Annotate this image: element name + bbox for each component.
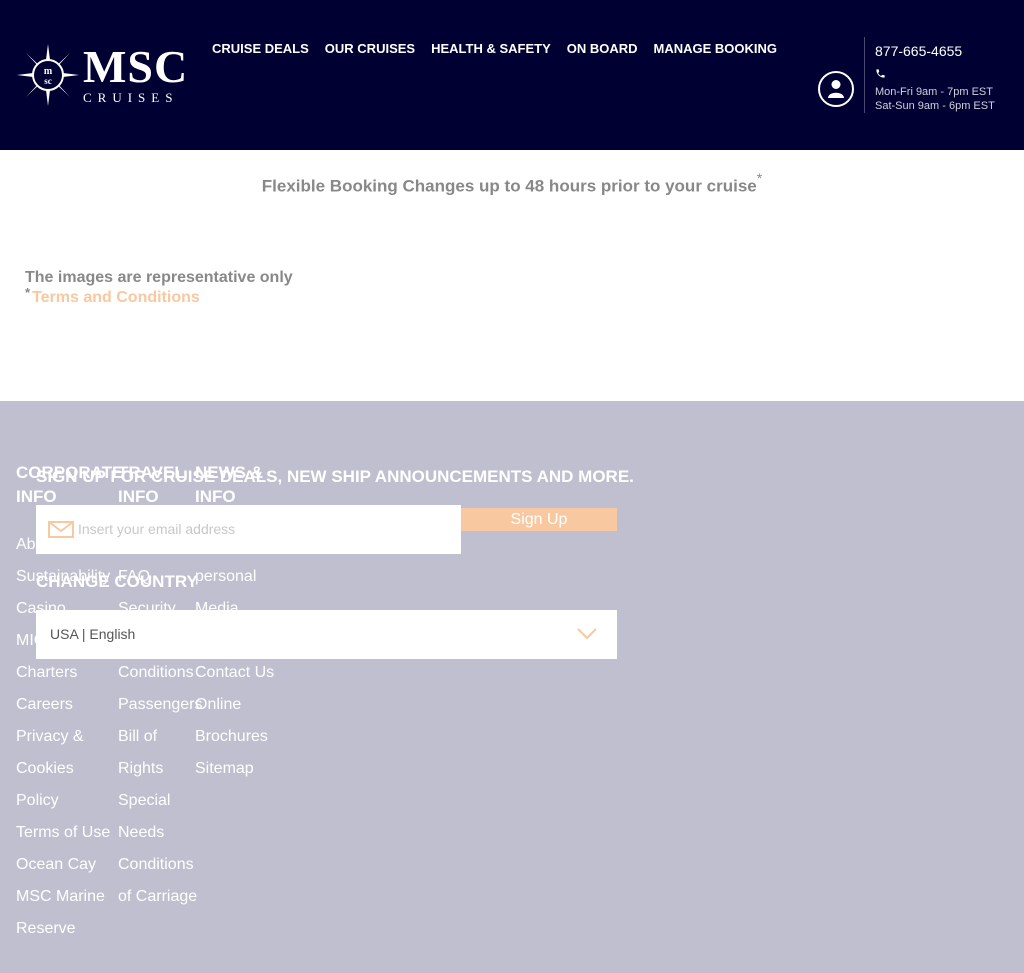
nav-our-cruises[interactable]: OUR CRUISES <box>325 41 415 56</box>
logo-wordmark: MSC CRUISES <box>83 40 189 106</box>
terms-and-conditions-link[interactable]: Terms and Conditions <box>32 289 200 306</box>
footer-link[interactable]: Passengers Bill of Rights <box>118 689 203 785</box>
footer-link[interactable]: Special Needs <box>118 785 198 849</box>
terms-asterisk: * <box>25 285 31 300</box>
change-country-title: CHANGE COUNTRY <box>36 572 198 591</box>
footer-link[interactable]: Online Brochures <box>195 689 275 753</box>
images-disclaimer: The images are representative only <box>25 269 293 286</box>
header-divider <box>864 37 865 113</box>
nav-health-safety[interactable]: HEALTH & SAFETY <box>431 41 551 56</box>
account-button[interactable] <box>818 71 854 107</box>
country-selected-value: USA | English <box>50 626 136 642</box>
msc-logo[interactable]: m sc MSC CRUISES <box>17 42 197 108</box>
promo-banner: Flexible Booking Changes up to 48 hours … <box>0 170 1024 197</box>
footer-link[interactable]: Terms of Use <box>16 817 116 849</box>
phone-icon <box>876 69 885 78</box>
compass-rose-icon: m sc <box>17 44 79 106</box>
svg-text:sc: sc <box>44 76 52 86</box>
site-footer: CORPORATE INFO About Sustainability Casi… <box>0 401 1024 973</box>
hours-weekdays: Mon-Fri 9am - 7pm EST <box>875 86 993 98</box>
footer-link[interactable]: MSC Marine Reserve <box>16 881 116 945</box>
footer-link[interactable]: Conditions of Carriage <box>118 849 198 913</box>
newsletter-title: SIGN UP FOR CRUISE DEALS, NEW SHIP ANNOU… <box>36 467 634 486</box>
logo-cruises-text: CRUISES <box>83 89 179 105</box>
envelope-icon <box>48 521 74 538</box>
promo-text: Flexible Booking Changes up to 48 hours … <box>261 176 757 196</box>
sign-up-button[interactable]: Sign Up <box>461 508 617 531</box>
hours-weekend: Sat-Sun 9am - 6pm EST <box>875 100 995 112</box>
footer-link[interactable]: Contact Us <box>195 657 275 689</box>
contact-hours: Mon-Fri 9am - 7pm EST Sat-Sun 9am - 6pm … <box>875 85 995 113</box>
nav-manage-booking[interactable]: MANAGE BOOKING <box>654 41 778 56</box>
country-select[interactable]: USA | English <box>36 610 617 659</box>
footer-link[interactable]: Sitemap <box>195 753 275 785</box>
main-nav: CRUISE DEALS OUR CRUISES HEALTH & SAFETY… <box>212 41 777 56</box>
user-icon <box>828 80 844 98</box>
promo-asterisk: * <box>756 170 763 186</box>
site-header: m sc MSC CRUISES CRUISE DEALS OUR CRUISE… <box>0 0 1024 150</box>
nav-cruise-deals[interactable]: CRUISE DEALS <box>212 41 309 56</box>
newsletter-email-box <box>36 505 461 554</box>
footer-link[interactable]: Careers <box>16 689 116 721</box>
chevron-down-icon <box>577 628 597 640</box>
phone-number-link[interactable]: 877-665-4655 <box>875 43 962 59</box>
terms-row: * Terms and Conditions <box>25 285 200 307</box>
nav-on-board[interactable]: ON BOARD <box>567 41 638 56</box>
logo-msc-text: MSC <box>83 40 189 92</box>
footer-link[interactable]: Privacy & Cookies Policy <box>16 721 116 817</box>
footer-link[interactable]: Charters <box>16 657 116 689</box>
email-input[interactable] <box>78 517 448 541</box>
footer-link[interactable]: Ocean Cay <box>16 849 116 881</box>
